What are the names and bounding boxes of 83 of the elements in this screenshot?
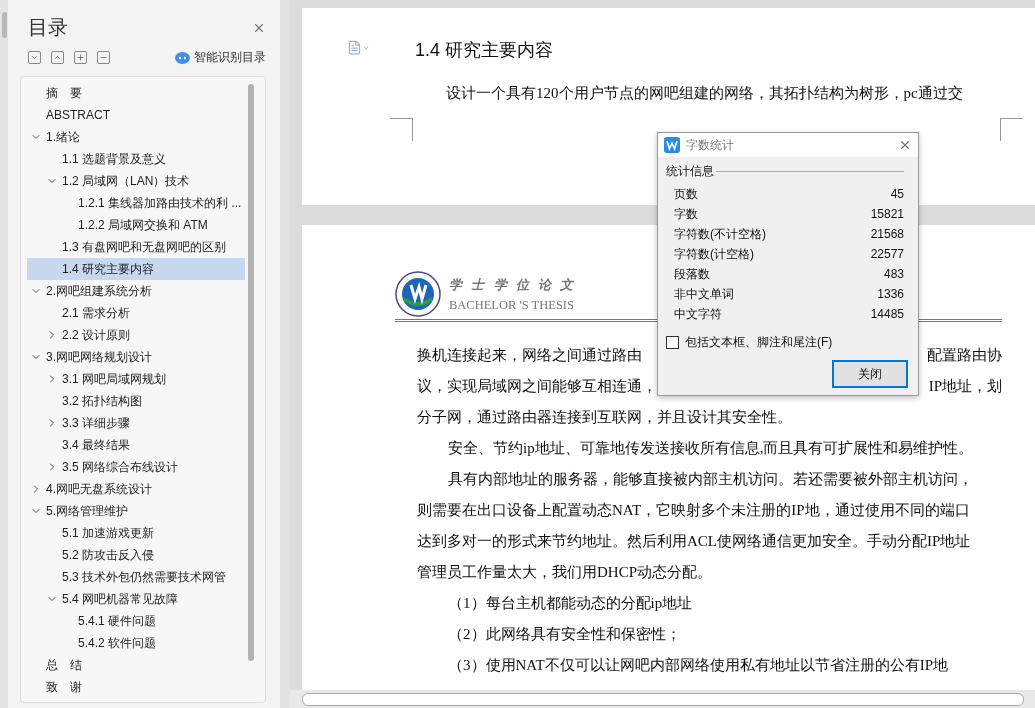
checkbox[interactable] xyxy=(666,336,679,349)
crop-mark xyxy=(1000,118,1023,141)
stat-label: 页数 xyxy=(674,185,698,203)
checkbox-label[interactable]: 包括文本框、脚注和尾注(F) xyxy=(685,334,833,351)
university-logo-icon xyxy=(395,271,441,317)
text-line: （3）使用NAT不仅可以让网吧内部网络使用私有地址以节省注册的公有IP地 xyxy=(447,656,948,675)
toc-item[interactable]: ABSTRACT xyxy=(27,104,245,126)
expand-up-button[interactable] xyxy=(51,51,64,64)
toc-item[interactable]: 摘 要 xyxy=(27,82,245,104)
remove-level-button[interactable] xyxy=(97,51,110,64)
toc-item[interactable]: 3.3 详细步骤 xyxy=(27,412,245,434)
toc-item[interactable]: 4.网吧无盘系统设计 xyxy=(27,478,245,500)
toc-item[interactable]: 2.1 需求分析 xyxy=(27,302,245,324)
stat-value: 21568 xyxy=(870,227,904,241)
toc-item[interactable]: 5.4 网吧机器常见故障 xyxy=(27,588,245,610)
text-line: 议，实现局域网之间能够互相连通， xyxy=(417,377,657,396)
paragraph: 设计一个具有120个用户节点的网吧组建的网络，其拓扑结构为树形，pc通过交 xyxy=(445,84,964,103)
text-line: （1）每台主机都能动态的分配ip地址 xyxy=(447,594,693,613)
toc-item[interactable]: 2.网吧组建系统分析 xyxy=(27,280,245,302)
toc-item[interactable]: 3.2 拓扑结构图 xyxy=(27,390,245,412)
document-icon[interactable] xyxy=(347,40,370,55)
toc-item[interactable]: 5.网络管理维护 xyxy=(27,500,245,522)
header-title: 学 士 学 位 论 文 xyxy=(449,275,577,294)
toc-item[interactable]: 1.1 选题背景及意义 xyxy=(27,148,245,170)
chevron-up-icon xyxy=(53,53,62,62)
toc-item[interactable]: 2.2 设计原则 xyxy=(27,324,245,346)
app-logo-icon xyxy=(664,137,680,153)
toc-item[interactable]: 5.1 加速游戏更新 xyxy=(27,522,245,544)
section-heading: 1.4 研究主要内容 xyxy=(415,39,555,62)
section-label: 统计信息 xyxy=(666,163,714,180)
stat-label: 非中文单词 xyxy=(674,285,734,303)
toc-item[interactable]: 3.网吧网络规划设计 xyxy=(27,346,245,368)
toc-item[interactable]: 1.4 研究主要内容 xyxy=(27,258,245,280)
cloud-icon xyxy=(175,51,190,64)
stat-label: 字数 xyxy=(674,205,698,223)
crop-mark xyxy=(390,118,413,141)
stat-value: 22577 xyxy=(870,247,904,261)
toc-item[interactable]: 5.2 防攻击反入侵 xyxy=(27,544,245,566)
chevron-down-icon xyxy=(30,53,39,62)
scrollbar-thumb[interactable] xyxy=(302,692,1024,706)
text-line: 分子网，通过路由器连接到互联网，并且设计其安全性。 xyxy=(417,408,792,427)
toc-item[interactable]: 5.4.1 硬件问题 xyxy=(27,610,245,632)
close-icon[interactable] xyxy=(898,138,912,152)
dialog-title: 字数统计 xyxy=(686,136,734,154)
stat-label: 段落数 xyxy=(674,265,710,283)
plus-icon xyxy=(76,53,85,62)
stat-value: 1336 xyxy=(877,287,904,301)
text-line: IP地址，划 xyxy=(928,377,1002,396)
smart-toc-link[interactable]: 智能识别目录 xyxy=(175,49,266,66)
stat-label: 字符数(计空格) xyxy=(674,245,754,263)
toc-item[interactable]: 3.5 网络综合布线设计 xyxy=(27,456,245,478)
panel-title: 目录 xyxy=(28,15,68,40)
text-line: 具有内部地址的服务器，能够直接被内部主机访问。若还需要被外部主机访问， xyxy=(447,470,973,489)
text-line: 安全、节约ip地址、可靠地传发送接收所有信息,而且具有可扩展性和易维护性。 xyxy=(447,439,974,458)
scrollbar-thumb[interactable] xyxy=(248,84,254,661)
toc-item[interactable]: 总 结 xyxy=(27,654,245,676)
text-line: （2）此网络具有安全性和保密性； xyxy=(447,625,681,644)
toc-item[interactable]: 1.3 有盘网吧和无盘网吧的区别 xyxy=(27,236,245,258)
text-line: 换机连接起来，网络之间通过路由 xyxy=(417,346,642,365)
stat-value: 14485 xyxy=(870,307,904,321)
close-button[interactable]: 关闭 xyxy=(832,360,908,388)
stat-label: 中文字符 xyxy=(674,305,722,323)
toc-item[interactable]: 5.3 技术外包仍然需要技术网管 xyxy=(27,566,245,588)
header-subtitle: BACHELOR 'S THESIS xyxy=(449,297,575,313)
text-line: 达到多对一的形式来节约地址。然后利用ACL使网络通信更加安全。手动分配IP地址 xyxy=(417,532,971,551)
toc-item[interactable]: 3.4 最终结果 xyxy=(27,434,245,456)
toc-item[interactable]: 5.4.2 软件问题 xyxy=(27,632,245,654)
stat-value: 15821 xyxy=(870,207,904,221)
stat-value: 45 xyxy=(890,187,904,201)
toc-item[interactable]: 3.1 网吧局域网规划 xyxy=(27,368,245,390)
toc-item[interactable]: 1.绪论 xyxy=(27,126,245,148)
stat-label: 字符数(不计空格) xyxy=(674,225,766,243)
toc-item[interactable]: 1.2.2 局域网交换和 ATM xyxy=(27,214,245,236)
toc-item[interactable]: 1.2 局域网（LAN）技术 xyxy=(27,170,245,192)
text-line: 管理员工作量太大，我们用DHCP动态分配。 xyxy=(417,563,712,582)
toc-item[interactable]: 1.2.1 集线器加路由技术的利 ... xyxy=(27,192,245,214)
scrollbar-thumb[interactable] xyxy=(1,12,7,38)
toc-item[interactable]: 致 谢 xyxy=(27,676,245,698)
text-line: 则需要在出口设备上配置动态NAT，它映射多个未注册的IP地，通过使用不同的端口 xyxy=(417,501,970,520)
text-line: 配置路由协 xyxy=(927,346,1002,365)
collapse-button[interactable] xyxy=(28,51,41,64)
add-level-button[interactable] xyxy=(74,51,87,64)
stat-value: 483 xyxy=(883,267,904,281)
